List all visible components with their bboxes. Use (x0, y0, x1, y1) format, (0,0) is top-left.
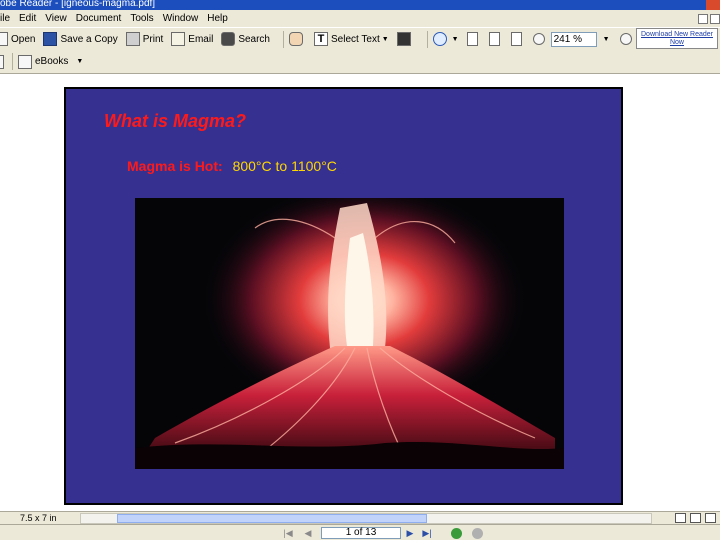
save-copy-label: Save a Copy (60, 33, 118, 45)
slide-subtitle: Magma is Hot: 800°C to 1100°C (127, 158, 337, 174)
toolbar-divider (283, 30, 284, 48)
menu-help[interactable]: Help (207, 13, 228, 24)
ebooks-button[interactable]: eBooks ▼ (18, 54, 83, 69)
print-icon (125, 32, 140, 46)
volcano-illustration (135, 198, 564, 469)
secondary-toolbar: eBooks ▼ (0, 50, 720, 73)
select-text-button[interactable]: T Select Text ▼ (314, 32, 389, 46)
last-page-icon[interactable]: ▶| (422, 528, 432, 538)
forward-icon[interactable] (472, 528, 483, 539)
prev-page-icon[interactable]: ◀ (303, 528, 313, 538)
facing-icon[interactable] (705, 513, 716, 523)
horizontal-scrollbar[interactable] (80, 513, 652, 524)
window-buttons (696, 10, 720, 27)
page-size-readout: 7.5 x 7 in (20, 513, 57, 523)
close-icon[interactable] (706, 0, 720, 10)
save-icon (43, 32, 58, 46)
scrollbar-thumb[interactable] (117, 514, 427, 523)
grip-icon (0, 54, 4, 69)
pdf-slide: What is Magma? Magma is Hot: 800°C to 11… (64, 87, 623, 505)
slide-title: What is Magma? (104, 111, 247, 131)
snapshot-icon (396, 32, 411, 46)
restore-icon[interactable] (698, 13, 708, 24)
close-doc-icon[interactable] (710, 13, 720, 24)
download-reader-banner[interactable]: Download New Reader Now (636, 28, 718, 49)
zoom-tool-button[interactable]: ▼ (432, 32, 459, 46)
continuous-icon[interactable] (690, 513, 701, 523)
zoom-level-input[interactable]: 241 % (550, 31, 597, 47)
subtitle-value: 800°C to 1100°C (232, 158, 337, 174)
email-icon (171, 32, 186, 46)
snapshot-button[interactable] (396, 32, 414, 46)
first-page-icon[interactable]: |◀ (283, 528, 293, 538)
document-view[interactable]: What is Magma? Magma is Hot: 800°C to 11… (0, 73, 720, 511)
menu-bar: ile Edit View Document Tools Window Help (0, 10, 720, 27)
email-button[interactable]: Email (171, 32, 213, 46)
volcano-eruption-photo (135, 198, 564, 469)
search-label: Search (238, 33, 270, 45)
chevron-down-icon[interactable]: ▼ (452, 36, 459, 43)
search-button[interactable]: Search (221, 32, 270, 46)
toolbar-divider (426, 30, 428, 48)
zoom-in-button[interactable] (619, 33, 635, 45)
subtitle-label: Magma is Hot: (127, 158, 223, 174)
chevron-down-icon[interactable]: ▼ (76, 58, 83, 65)
search-icon (221, 32, 236, 46)
ebook-icon (18, 54, 32, 69)
window-titlebar: obe Reader - [igneous-magma.pdf] (0, 0, 720, 10)
open-button[interactable]: Open (0, 32, 35, 46)
print-label: Print (142, 33, 164, 45)
menu-window[interactable]: Window (163, 13, 199, 24)
open-icon (0, 32, 8, 46)
hand-tool-button[interactable] (289, 32, 306, 46)
menu-file[interactable]: ile (0, 13, 10, 24)
fit-width-button[interactable] (510, 32, 525, 46)
open-label: Open (11, 33, 36, 45)
page-icon (466, 32, 478, 46)
page-navigation-bar: |◀ ◀ 1 of 13 ▶ ▶| (0, 524, 720, 540)
ebooks-label: eBooks (35, 56, 69, 67)
window-title: obe Reader - [igneous-magma.pdf] (0, 0, 156, 9)
back-icon[interactable] (451, 528, 462, 539)
toolbar-divider (12, 53, 13, 70)
menu-edit[interactable]: Edit (19, 13, 36, 24)
menu-view[interactable]: View (45, 13, 67, 24)
actual-size-button[interactable] (466, 32, 481, 46)
select-text-icon: T (314, 32, 328, 46)
zoom-out-icon (532, 33, 545, 45)
print-button[interactable]: Print (125, 32, 164, 46)
page-layout-buttons (671, 513, 716, 523)
zoom-out-button[interactable] (532, 33, 548, 45)
chevron-down-icon[interactable]: ▼ (382, 36, 389, 43)
zoom-in-icon (619, 33, 632, 45)
main-toolbar: Open Save a Copy Print Email Search T Se… (0, 27, 720, 50)
hand-icon (289, 32, 303, 46)
fit-page-button[interactable] (488, 32, 503, 46)
zoom-icon (432, 32, 447, 46)
page-number-field[interactable]: 1 of 13 (321, 527, 401, 539)
next-page-icon[interactable]: ▶ (405, 528, 415, 538)
fit-page-icon (488, 32, 500, 46)
menu-tools[interactable]: Tools (130, 13, 153, 24)
select-text-label: Select Text (331, 33, 380, 45)
single-page-icon[interactable] (675, 513, 686, 523)
save-copy-button[interactable]: Save a Copy (43, 32, 118, 46)
zoom-dropdown-icon[interactable]: ▼ (603, 36, 610, 43)
status-bar: 7.5 x 7 in (0, 511, 720, 524)
fit-width-icon (510, 32, 522, 46)
menu-document[interactable]: Document (76, 13, 122, 24)
email-label: Email (188, 33, 214, 45)
